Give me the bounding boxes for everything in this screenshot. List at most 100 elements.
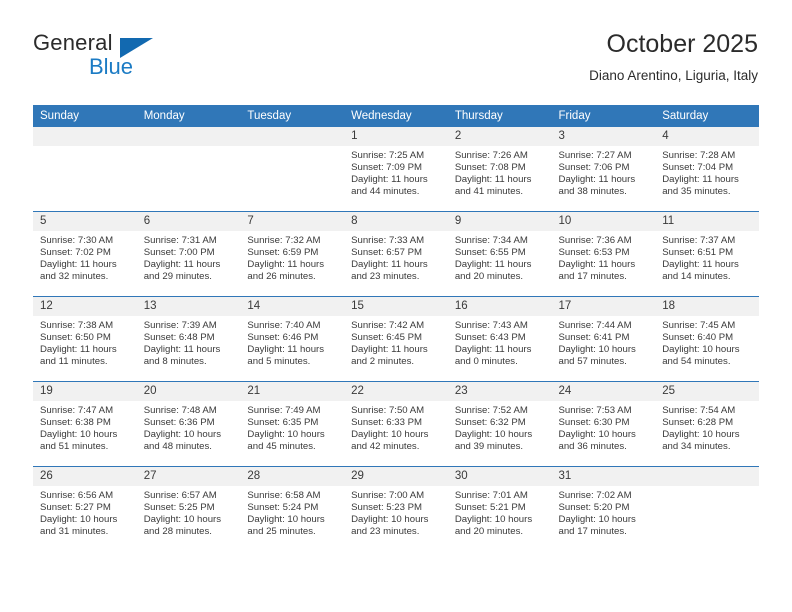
sunrise-text: Sunrise: 6:56 AM — [40, 490, 114, 501]
daylight-text-line1: Daylight: 10 hours — [662, 343, 740, 355]
day-details: Sunrise: 7:39 AM Sunset: 6:48 PM Daylight:… — [137, 316, 241, 368]
daylight-text-line2: and 44 minutes. — [351, 185, 420, 197]
calendar-day-cell[interactable]: 12 Sunrise: 7:38 AM Sunset: 6:50 PM Dayligh… — [33, 296, 137, 382]
sunrise-text: Sunrise: 7:36 AM — [558, 235, 632, 246]
calendar-day-cell[interactable]: 21 Sunrise: 7:49 AM Sunset: 6:35 PM Dayligh… — [240, 381, 345, 467]
sunrise-text: Sunrise: 7:40 AM — [247, 320, 321, 331]
daylight-text-line2: and 38 minutes. — [558, 185, 627, 197]
daylight-text-line1: Daylight: 10 hours — [247, 428, 325, 440]
weekday-header-saturday: Saturday — [655, 105, 759, 127]
sunset-text: Sunset: 7:09 PM — [351, 161, 423, 173]
day-details: Sunrise: 7:32 AM Sunset: 6:59 PM Daylight:… — [240, 231, 344, 283]
daylight-text-line1: Daylight: 11 hours — [143, 258, 221, 270]
calendar-day-cell[interactable]: 1 Sunrise: 7:25 AM Sunset: 7:09 PM Daylight… — [344, 127, 448, 212]
day-number: 28 — [240, 467, 345, 486]
sunset-text: Sunset: 6:32 PM — [454, 416, 526, 428]
generalblue-logo[interactable]: General Blue — [33, 30, 233, 86]
daylight-text-line2: and 23 minutes. — [351, 270, 420, 282]
weekday-header-friday: Friday — [551, 105, 656, 127]
daylight-text-line2: and 41 minutes. — [454, 185, 524, 197]
calendar-day-cell[interactable]: 4 Sunrise: 7:28 AM Sunset: 7:04 PM Daylight… — [655, 127, 759, 212]
sunrise-text: Sunrise: 7:25 AM — [351, 150, 425, 161]
sunrise-text: Sunrise: 7:38 AM — [40, 320, 114, 331]
weekday-header-sunday: Sunday — [33, 105, 137, 127]
daylight-text-line2: and 28 minutes. — [143, 525, 212, 537]
calendar-day-cell[interactable]: 20 Sunrise: 7:48 AM Sunset: 6:36 PM Dayligh… — [136, 381, 241, 467]
day-details: Sunrise: 7:40 AM Sunset: 6:46 PM Daylight:… — [240, 316, 344, 368]
calendar-day-cell[interactable]: 16 Sunrise: 7:43 AM Sunset: 6:43 PM Dayligh… — [447, 296, 552, 382]
calendar-day-cell[interactable]: 9 Sunrise: 7:34 AM Sunset: 6:55 PM Daylight… — [447, 211, 552, 297]
sunrise-text: Sunrise: 7:34 AM — [454, 235, 528, 246]
calendar-day-cell[interactable]: 24 Sunrise: 7:53 AM Sunset: 6:30 PM Dayligh… — [551, 381, 656, 467]
calendar-day-cell[interactable]: 13 Sunrise: 7:39 AM Sunset: 6:48 PM Dayligh… — [136, 296, 241, 382]
sunset-text: Sunset: 7:04 PM — [662, 161, 734, 173]
daylight-text-line1: Daylight: 10 hours — [454, 513, 533, 525]
calendar-day-cell[interactable]: 25 Sunrise: 7:54 AM Sunset: 6:28 PM Dayligh… — [655, 381, 759, 467]
sunset-text: Sunset: 6:45 PM — [351, 331, 423, 343]
sunrise-text: Sunrise: 7:39 AM — [143, 320, 217, 331]
calendar-header-row: Sunday Monday Tuesday Wednesday Thursday… — [33, 105, 759, 127]
sunrise-text: Sunrise: 7:47 AM — [40, 405, 114, 416]
calendar-day-cell[interactable]: 6 Sunrise: 7:31 AM Sunset: 7:00 PM Daylight… — [136, 211, 241, 297]
daylight-text-line2: and 35 minutes. — [662, 185, 731, 197]
day-details: Sunrise: 7:01 AM Sunset: 5:21 PM Daylight:… — [448, 486, 552, 538]
sunrise-text: Sunrise: 7:44 AM — [558, 320, 632, 331]
sunrise-text: Sunrise: 7:54 AM — [662, 405, 736, 416]
day-number: 25 — [655, 382, 759, 401]
calendar-day-cell[interactable]: 22 Sunrise: 7:50 AM Sunset: 6:33 PM Dayligh… — [344, 381, 448, 467]
daylight-text-line2: and 5 minutes. — [247, 355, 311, 367]
calendar-day-cell[interactable]: 28 Sunrise: 6:58 AM Sunset: 5:24 PM Dayligh… — [240, 466, 345, 551]
daylight-text-line1: Daylight: 10 hours — [247, 513, 325, 525]
daylight-text-line1: Daylight: 11 hours — [247, 343, 325, 355]
calendar-day-cell[interactable]: 5 Sunrise: 7:30 AM Sunset: 7:02 PM Daylight… — [33, 211, 137, 297]
calendar-day-cell[interactable]: 18 Sunrise: 7:45 AM Sunset: 6:40 PM Dayligh… — [655, 296, 759, 382]
calendar-day-cell[interactable]: 2 Sunrise: 7:26 AM Sunset: 7:08 PM Daylight… — [447, 127, 552, 212]
page-header: General Blue October 2025 Diano Arentino… — [33, 30, 758, 98]
calendar-day-cell[interactable]: 19 Sunrise: 7:47 AM Sunset: 6:38 PM Dayligh… — [33, 381, 137, 467]
sunrise-text: Sunrise: 7:37 AM — [662, 235, 736, 246]
day-number: 24 — [551, 382, 656, 401]
page-subtitle: Diano Arentino, Liguria, Italy — [589, 68, 758, 83]
day-details: Sunrise: 7:28 AM Sunset: 7:04 PM Daylight:… — [655, 146, 759, 198]
day-details: Sunrise: 7:02 AM Sunset: 5:20 PM Daylight:… — [552, 486, 656, 538]
day-details: Sunrise: 7:30 AM Sunset: 7:02 PM Daylight:… — [33, 231, 137, 283]
calendar-day-cell[interactable]: 23 Sunrise: 7:52 AM Sunset: 6:32 PM Dayligh… — [447, 381, 552, 467]
day-number: 11 — [655, 212, 759, 231]
calendar-day-cell[interactable]: 27 Sunrise: 6:57 AM Sunset: 5:25 PM Dayligh… — [136, 466, 241, 551]
day-number: 1 — [344, 127, 448, 146]
day-details: Sunrise: 7:47 AM Sunset: 6:38 PM Daylight:… — [33, 401, 137, 453]
sunset-text: Sunset: 6:59 PM — [247, 246, 319, 258]
day-number: 7 — [240, 212, 345, 231]
calendar-day-cell[interactable]: 26 Sunrise: 6:56 AM Sunset: 5:27 PM Dayligh… — [33, 466, 137, 551]
calendar-week-row: 1 Sunrise: 7:25 AM Sunset: 7:09 PM Daylight… — [33, 127, 759, 212]
calendar-day-cell[interactable]: 7 Sunrise: 7:32 AM Sunset: 6:59 PM Daylight… — [240, 211, 345, 297]
calendar-day-cell[interactable]: 10 Sunrise: 7:36 AM Sunset: 6:53 PM Dayligh… — [551, 211, 656, 297]
daylight-text-line2: and 17 minutes. — [558, 270, 627, 282]
daylight-text-line2: and 48 minutes. — [143, 440, 212, 452]
calendar-day-cell[interactable]: 15 Sunrise: 7:42 AM Sunset: 6:45 PM Dayligh… — [344, 296, 448, 382]
sunset-text: Sunset: 5:21 PM — [454, 501, 526, 513]
sunrise-text: Sunrise: 7:50 AM — [351, 405, 425, 416]
daylight-text-line2: and 36 minutes. — [558, 440, 627, 452]
calendar-day-cell[interactable]: 8 Sunrise: 7:33 AM Sunset: 6:57 PM Daylight… — [344, 211, 448, 297]
calendar-day-cell[interactable]: 3 Sunrise: 7:27 AM Sunset: 7:06 PM Daylight… — [551, 127, 656, 212]
sunrise-text: Sunrise: 7:45 AM — [662, 320, 736, 331]
sunset-text: Sunset: 6:55 PM — [454, 246, 526, 258]
day-number: 29 — [344, 467, 448, 486]
daylight-text-line2: and 2 minutes. — [351, 355, 415, 367]
day-details: Sunrise: 6:56 AM Sunset: 5:27 PM Daylight:… — [33, 486, 137, 538]
day-details: Sunrise: 7:48 AM Sunset: 6:36 PM Daylight:… — [137, 401, 241, 453]
calendar-day-cell[interactable]: 17 Sunrise: 7:44 AM Sunset: 6:41 PM Dayligh… — [551, 296, 656, 382]
daylight-text-line2: and 11 minutes. — [40, 355, 108, 367]
calendar-day-cell[interactable]: 29 Sunrise: 7:00 AM Sunset: 5:23 PM Dayligh… — [344, 466, 448, 551]
calendar-grid: Sunday Monday Tuesday Wednesday Thursday… — [33, 105, 759, 551]
sunrise-text: Sunrise: 7:31 AM — [143, 235, 217, 246]
calendar-day-cell[interactable]: 11 Sunrise: 7:37 AM Sunset: 6:51 PM Dayligh… — [655, 211, 759, 297]
daylight-text-line2: and 29 minutes. — [143, 270, 212, 282]
sunrise-text: Sunrise: 7:00 AM — [351, 490, 425, 501]
weekday-header-monday: Monday — [136, 105, 241, 127]
calendar-day-cell[interactable]: 30 Sunrise: 7:01 AM Sunset: 5:21 PM Dayligh… — [447, 466, 552, 551]
calendar-day-cell[interactable]: 31 Sunrise: 7:02 AM Sunset: 5:20 PM Dayligh… — [551, 466, 656, 551]
sunrise-text: Sunrise: 7:26 AM — [454, 150, 528, 161]
calendar-day-cell[interactable]: 14 Sunrise: 7:40 AM Sunset: 6:46 PM Dayligh… — [240, 296, 345, 382]
